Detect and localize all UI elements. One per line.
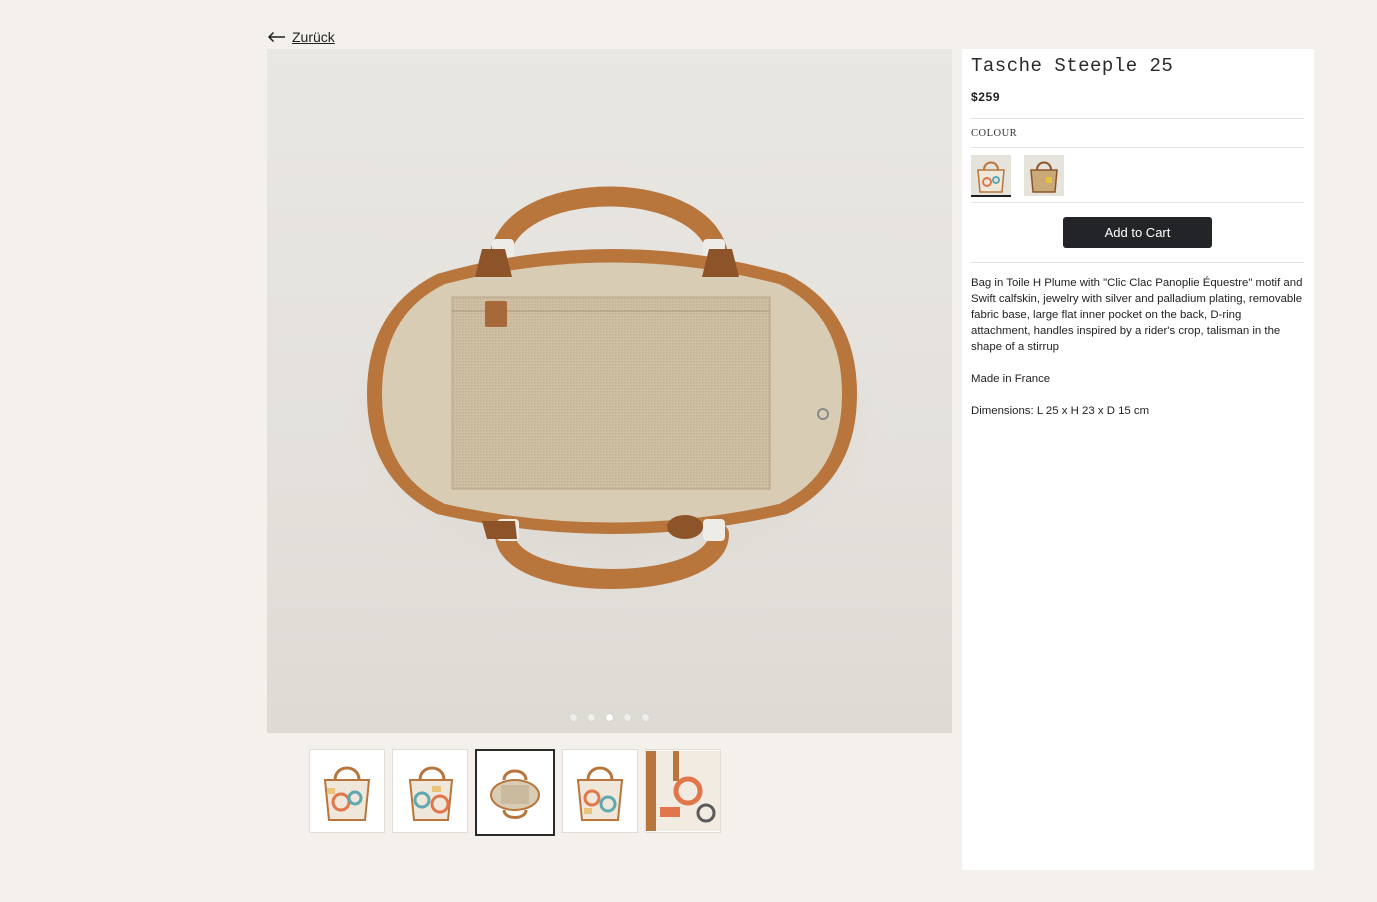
colour-swatch-natural[interactable] [1024, 155, 1064, 196]
product-description-block: Bag in Toile H Plume with "Clic Clac Pan… [971, 275, 1304, 419]
arrow-left-icon [267, 31, 286, 43]
bag-three-quarter-thumbnail-image [408, 766, 454, 821]
bag-top-thumbnail-image [490, 769, 540, 819]
product-origin: Made in France [971, 373, 1051, 385]
bag-back-thumbnail-image [576, 766, 624, 821]
bag-detail-thumbnail-image [646, 751, 720, 831]
product-details-panel: Tasche Steeple 25 $259 COLOUR Add to Car… [962, 49, 1314, 870]
colour-swatches [971, 148, 1304, 203]
natural-bag-swatch-image [1024, 155, 1064, 196]
carousel-dot[interactable] [624, 714, 631, 721]
thumbnail-front[interactable] [309, 749, 385, 833]
colour-swatch-printed[interactable] [971, 155, 1011, 197]
back-link-label: Zurück [292, 29, 335, 45]
thumbnail-back[interactable] [562, 749, 638, 833]
carousel-dots [267, 714, 952, 721]
add-to-cart-button[interactable]: Add to Cart [1063, 217, 1212, 248]
thumbnail-top-interior[interactable] [475, 749, 555, 836]
carousel-dot[interactable] [642, 714, 649, 721]
carousel-dot-active[interactable] [606, 714, 613, 721]
printed-bag-swatch-image [971, 155, 1011, 196]
carousel-dot[interactable] [570, 714, 577, 721]
product-title: Tasche Steeple 25 [971, 55, 1174, 77]
product-dimensions: Dimensions: L 25 x H 23 x D 15 cm [971, 405, 1150, 417]
main-product-image[interactable] [267, 49, 952, 733]
back-link[interactable]: Zurück [267, 29, 335, 45]
carousel-dot[interactable] [588, 714, 595, 721]
thumbnail-strip [309, 749, 721, 836]
colour-label: COLOUR [971, 119, 1304, 148]
thumbnail-three-quarter[interactable] [392, 749, 468, 833]
bag-front-thumbnail-image [323, 766, 371, 821]
product-description: Bag in Toile H Plume with "Clic Clac Pan… [971, 277, 1303, 353]
thumbnail-detail[interactable] [645, 749, 721, 833]
product-price: $259 [971, 90, 1304, 119]
bag-top-view-image [342, 186, 882, 589]
